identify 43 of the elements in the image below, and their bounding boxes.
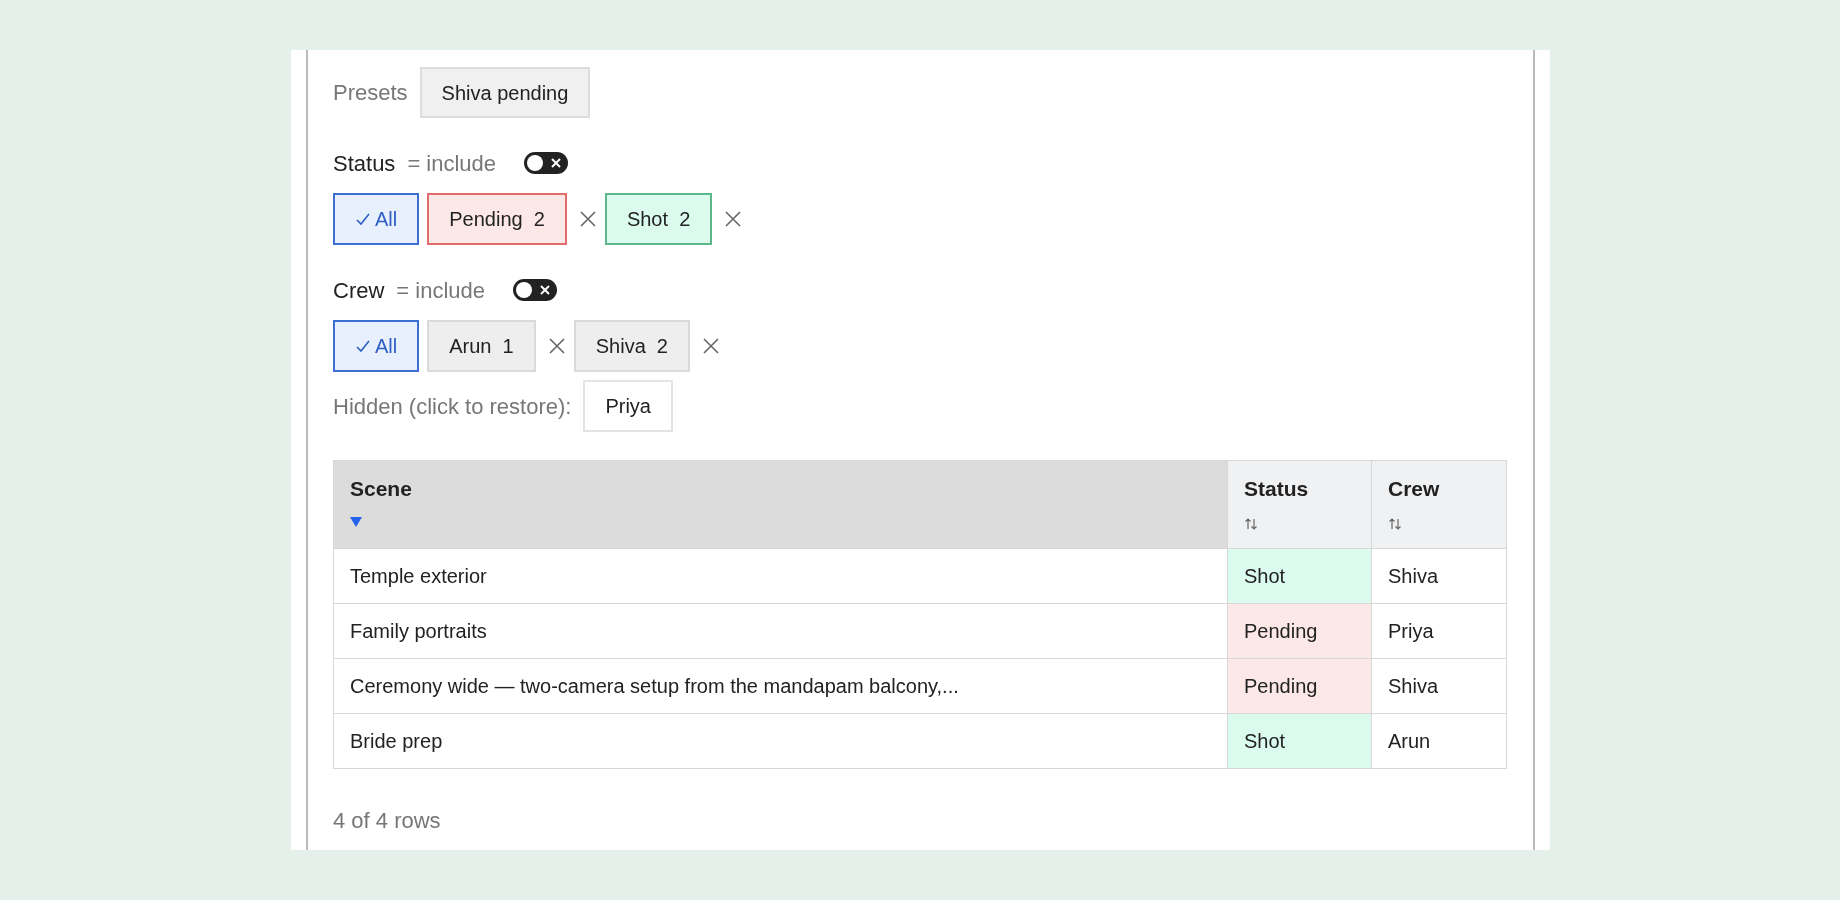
sort-icon[interactable] — [1244, 516, 1258, 531]
crew-cell: Priya — [1371, 603, 1507, 659]
status-cell: Pending — [1227, 658, 1372, 714]
remove-icon[interactable] — [724, 210, 743, 228]
check-icon — [355, 338, 371, 354]
sort-descending-icon[interactable] — [350, 516, 362, 527]
hidden-label: Hidden (click to restore): — [333, 392, 572, 421]
status-cell: Pending — [1227, 603, 1372, 659]
all-chip[interactable]: All — [333, 320, 420, 372]
all-chip[interactable]: All — [333, 193, 420, 245]
scene-cell: Temple exterior — [333, 548, 1228, 604]
column-header[interactable]: Crew — [1371, 460, 1507, 549]
remove-icon[interactable] — [578, 210, 597, 228]
sort-icon[interactable] — [1388, 516, 1402, 531]
filter-label: Status — [333, 149, 396, 178]
toggle-switch[interactable] — [524, 152, 569, 174]
preset-button[interactable]: Shiva pending — [419, 67, 591, 118]
filter-mode: = include — [396, 276, 486, 305]
column-header[interactable]: Scene — [333, 460, 1228, 549]
filter-mode: = include — [407, 149, 497, 178]
crew-cell: Shiva — [1371, 548, 1507, 604]
status-cell: Shot — [1227, 713, 1372, 769]
remove-icon[interactable] — [702, 337, 720, 355]
restore-button[interactable]: Priya — [583, 380, 673, 432]
close-icon — [550, 157, 563, 169]
filter-label: Crew — [333, 276, 385, 305]
scene-cell: Ceremony wide — two-camera setup from the mandapam balcony,... — [333, 658, 1228, 714]
close-icon — [539, 284, 552, 296]
filter-chip[interactable]: Arun 1 — [427, 320, 536, 372]
filter-chip[interactable]: Shot 2 — [604, 193, 713, 245]
presets-label: Presets — [333, 79, 408, 107]
row-count: 4 of 4 rows — [333, 807, 442, 835]
crew-cell: Shiva — [1371, 658, 1507, 714]
remove-icon[interactable] — [547, 337, 566, 355]
scene-cell: Family portraits — [333, 603, 1228, 659]
column-header[interactable]: Status — [1227, 460, 1372, 549]
scene-cell: Bride prep — [333, 713, 1228, 769]
toggle-switch[interactable] — [513, 279, 558, 301]
crew-cell: Arun — [1371, 713, 1507, 769]
check-icon — [355, 211, 371, 227]
filter-chip[interactable]: Shiva 2 — [573, 320, 690, 372]
status-cell: Shot — [1227, 548, 1372, 604]
filter-chip[interactable]: Pending 2 — [427, 193, 567, 245]
